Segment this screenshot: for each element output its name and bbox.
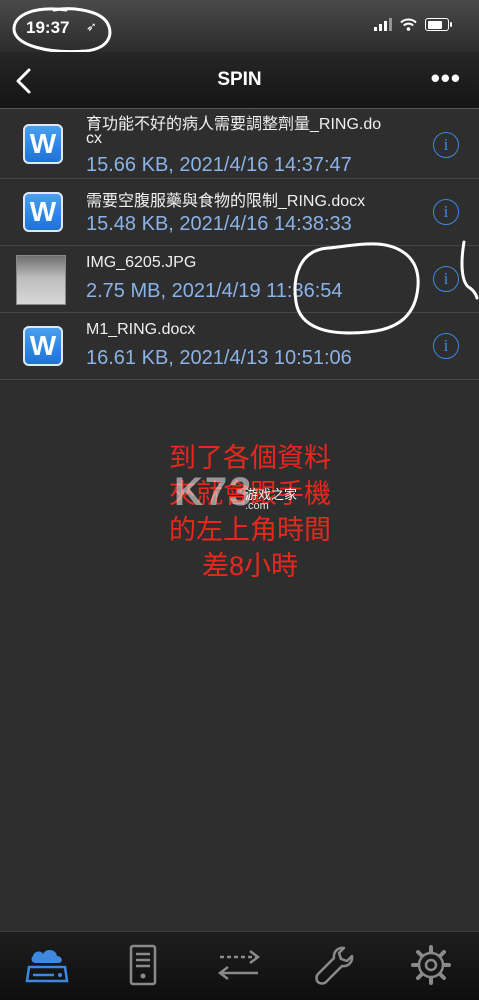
transfer-icon	[217, 950, 261, 980]
navigation-bar: SPIN •••	[0, 52, 479, 109]
file-name-continued: cx	[86, 130, 102, 147]
tab-bar	[0, 931, 479, 1000]
file-row[interactable]: W M1_RING.docx 16.61 KB, 2021/4/13 10:51…	[0, 313, 479, 380]
file-name: 育功能不好的病人需要調整劑量_RING.do	[86, 116, 382, 133]
tab-server[interactable]	[118, 942, 168, 988]
wifi-icon	[400, 18, 417, 31]
tab-cloud-storage[interactable]	[22, 942, 72, 988]
info-button[interactable]: i	[433, 266, 459, 292]
status-icons	[374, 18, 452, 31]
file-name: M1_RING.docx	[86, 321, 196, 338]
file-meta: 15.48 KB, 2021/4/16 14:38:33	[86, 213, 352, 235]
info-button[interactable]: i	[433, 333, 459, 359]
image-thumbnail	[16, 255, 66, 305]
file-row[interactable]: IMG_6205.JPG 2.75 MB, 2021/4/19 11:36:54…	[0, 246, 479, 313]
file-meta: 15.66 KB, 2021/4/16 14:37:47	[86, 154, 352, 176]
file-meta: 2.75 MB, 2021/4/19 11:36:54	[86, 280, 343, 302]
status-time: 19:37	[26, 18, 70, 37]
file-meta: 16.61 KB, 2021/4/13 10:51:06	[86, 347, 352, 369]
gear-icon	[411, 945, 451, 985]
info-button[interactable]: i	[433, 132, 459, 158]
page-title: SPIN	[217, 69, 262, 90]
annotation-line: 的左上角時間	[169, 515, 331, 545]
watermark-sub: .com	[245, 500, 269, 512]
cellular-signal-icon	[374, 18, 392, 31]
tab-tools[interactable]	[310, 942, 360, 988]
annotation-line: 差8小時	[201, 551, 299, 581]
file-row[interactable]: W 需要空腹服藥與食物的限制_RING.docx 15.48 KB, 2021/…	[0, 179, 479, 246]
file-name: IMG_6205.JPG	[86, 254, 197, 271]
wrench-icon	[315, 946, 354, 985]
battery-icon	[425, 18, 452, 31]
more-options-button[interactable]: •••	[431, 65, 461, 91]
cloud-storage-icon	[25, 950, 69, 983]
file-list: W 育功能不好的病人需要調整劑量_RING.do cx 15.66 KB, 20…	[0, 108, 479, 380]
tab-settings[interactable]	[406, 942, 456, 988]
file-name: 需要空腹服藥與食物的限制_RING.docx	[86, 193, 366, 210]
server-icon	[129, 944, 157, 986]
location-arrow-icon: ➶	[86, 19, 97, 34]
word-doc-icon: W	[23, 124, 63, 164]
word-doc-icon: W	[23, 326, 63, 366]
file-row[interactable]: W 育功能不好的病人需要調整劑量_RING.do cx 15.66 KB, 20…	[0, 108, 479, 179]
tab-transfer[interactable]	[214, 942, 264, 988]
watermark-logo: K73	[174, 470, 254, 514]
status-bar: 19:37 ➶	[0, 0, 479, 52]
word-doc-icon: W	[23, 192, 63, 232]
info-button[interactable]: i	[433, 199, 459, 225]
